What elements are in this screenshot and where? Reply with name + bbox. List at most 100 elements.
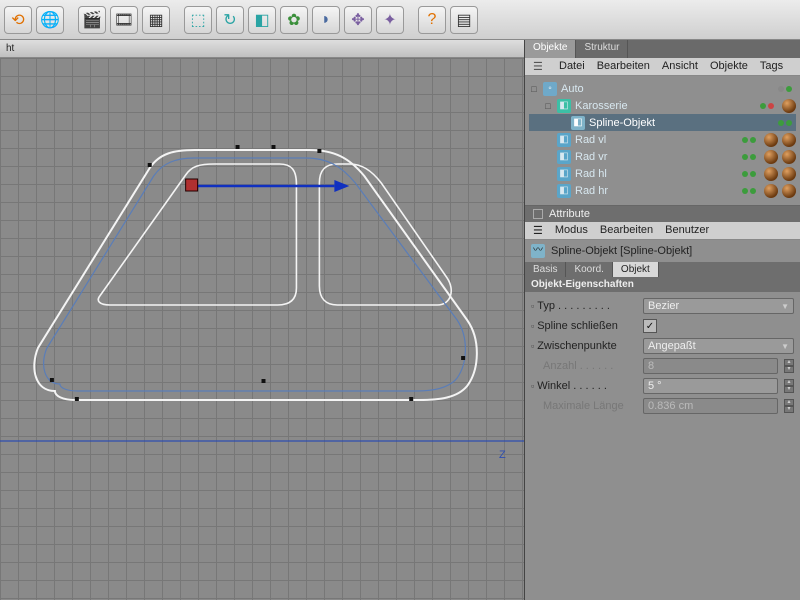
- undo-button[interactable]: ⟲: [4, 6, 32, 34]
- sheet-button[interactable]: ▤: [450, 6, 478, 34]
- attribute-title: Attribute: [549, 208, 590, 220]
- visibility-dots[interactable]: [742, 188, 756, 194]
- prop-close-checkbox[interactable]: ✓: [643, 319, 657, 333]
- spline-icon: 〰: [531, 244, 545, 258]
- menu-icon[interactable]: ☰: [533, 224, 543, 237]
- cube2-button[interactable]: ◧: [248, 6, 276, 34]
- subtab-koord[interactable]: Koord.: [566, 262, 612, 277]
- attribute-object-title: 〰 Spline-Objekt [Spline-Objekt]: [525, 240, 800, 262]
- attribute-header: Attribute: [525, 206, 800, 222]
- attr-menu-mode[interactable]: Modus: [555, 224, 588, 237]
- material-tag-icon[interactable]: [764, 133, 778, 147]
- object-icon: ◧: [557, 99, 571, 113]
- subtab-objekt[interactable]: Objekt: [613, 262, 659, 277]
- tree-twist-icon[interactable]: □: [529, 84, 539, 94]
- prop-angle-label: Winkel: [537, 380, 570, 392]
- tree-label: Rad hr: [575, 185, 738, 197]
- tab-objects[interactable]: Objekte: [525, 40, 576, 58]
- visibility-dots[interactable]: [760, 103, 774, 109]
- globe-button[interactable]: 🌐: [36, 6, 64, 34]
- visibility-dots[interactable]: [778, 120, 792, 126]
- side-panel: Objekte Struktur ☰ Datei Bearbeiten Ansi…: [525, 40, 800, 600]
- visibility-dots[interactable]: [742, 154, 756, 160]
- viewport-header: ht: [0, 40, 524, 58]
- tree-row[interactable]: ◧ Rad vl: [529, 131, 796, 148]
- prop-angle-stepper[interactable]: ▴▾: [784, 379, 794, 393]
- swap-button[interactable]: ↻: [216, 6, 244, 34]
- material-tag-icon[interactable]: [764, 167, 778, 181]
- prop-close-label: Spline schließen: [537, 320, 618, 332]
- prop-maxlen-label: Maximale Länge: [543, 400, 624, 412]
- attribute-object-name: Spline-Objekt [Spline-Objekt]: [551, 245, 692, 257]
- objects-menubar: ☰ Datei Bearbeiten Ansicht Objekte Tags: [525, 58, 800, 76]
- prop-count-field: 8: [643, 358, 778, 374]
- tree-row[interactable]: ◧ Spline-Objekt: [529, 114, 796, 131]
- object-properties: ▫Typ . . . . . . . . . Bezier▼ ▫Spline s…: [525, 292, 800, 420]
- menu-tags[interactable]: Tags: [760, 60, 783, 73]
- prop-count-stepper: ▴▾: [784, 359, 794, 373]
- material-tag-icon[interactable]: [764, 150, 778, 164]
- expand-button[interactable]: ✥: [344, 6, 372, 34]
- material-tag-icon[interactable]: [782, 167, 796, 181]
- visibility-dots[interactable]: [742, 137, 756, 143]
- prop-maxlen-field: 0.836 cm: [643, 398, 778, 414]
- object-tree[interactable]: □ ◦ Auto □◧Karosserie◧Spline-Objekt◧Rad …: [525, 76, 800, 206]
- main-toolbar: ⟲ 🌐 🎬 🎞 ▦ ⬚ ↻ ◧ ✿ ◗ ✥ ✦ ? ▤: [0, 0, 800, 40]
- subtab-basis[interactable]: Basis: [525, 262, 566, 277]
- viewport[interactable]: ht Z: [0, 40, 525, 600]
- null-icon: ◦: [543, 82, 557, 96]
- prop-type-dropdown[interactable]: Bezier▼: [643, 298, 794, 314]
- menu-view[interactable]: Ansicht: [662, 60, 698, 73]
- visibility-dots[interactable]: [742, 171, 756, 177]
- tree-label: Karosserie: [575, 100, 756, 112]
- axis-button[interactable]: ✦: [376, 6, 404, 34]
- tree-row[interactable]: ◧Rad hr: [529, 182, 796, 199]
- menu-edit[interactable]: Bearbeiten: [597, 60, 650, 73]
- object-icon: ◧: [557, 133, 571, 147]
- material-tag-icon[interactable]: [764, 184, 778, 198]
- tree-row[interactable]: ◧ Rad hl: [529, 165, 796, 182]
- chevron-down-icon: ▼: [781, 342, 789, 351]
- prop-interp-dropdown[interactable]: Angepaßt▼: [643, 338, 794, 354]
- tree-root[interactable]: □ ◦ Auto: [529, 80, 796, 97]
- prop-type-label: Typ: [537, 300, 555, 312]
- menu-objects[interactable]: Objekte: [710, 60, 748, 73]
- film-button[interactable]: 🎞: [110, 6, 138, 34]
- prop-count-label: Anzahl: [543, 360, 577, 372]
- attribute-menubar: ☰ Modus Bearbeiten Benutzer: [525, 222, 800, 240]
- tree-label: Rad hl: [575, 168, 738, 180]
- tree-twist-icon[interactable]: □: [543, 101, 553, 111]
- object-icon: ◧: [571, 116, 585, 130]
- attr-menu-edit[interactable]: Bearbeiten: [600, 224, 653, 237]
- tree-label: Rad vr: [575, 151, 738, 163]
- blob-button[interactable]: ◗: [312, 6, 340, 34]
- menu-icon[interactable]: ☰: [533, 60, 547, 73]
- menu-file[interactable]: Datei: [559, 60, 585, 73]
- chevron-down-icon: ▼: [781, 302, 789, 311]
- attr-menu-user[interactable]: Benutzer: [665, 224, 709, 237]
- help-button[interactable]: ?: [418, 6, 446, 34]
- frames-button[interactable]: ▦: [142, 6, 170, 34]
- flower-button[interactable]: ✿: [280, 6, 308, 34]
- prop-angle-field[interactable]: 5 °: [643, 378, 778, 394]
- object-icon: ◧: [557, 150, 571, 164]
- material-tag-icon[interactable]: [782, 184, 796, 198]
- material-tag-icon[interactable]: [782, 133, 796, 147]
- spline-outer-blue: [44, 158, 466, 391]
- cube-button[interactable]: ⬚: [184, 6, 212, 34]
- tab-structure[interactable]: Struktur: [576, 40, 628, 58]
- prop-maxlen-stepper: ▴▾: [784, 399, 794, 413]
- panel-tabs: Objekte Struktur: [525, 40, 800, 58]
- flag-icon: [533, 209, 543, 219]
- tree-label: Spline-Objekt: [589, 117, 774, 129]
- material-tag-icon[interactable]: [782, 150, 796, 164]
- tree-label: Rad vl: [575, 134, 738, 146]
- clapper-button[interactable]: 🎬: [78, 6, 106, 34]
- z-axis-label: Z: [499, 449, 506, 461]
- material-tag-icon[interactable]: [782, 99, 796, 113]
- tree-row[interactable]: □ ◧ Karosserie: [529, 97, 796, 114]
- prop-interp-label: Zwischenpunkte: [537, 340, 617, 352]
- tree-row[interactable]: ◧ Rad vr: [529, 148, 796, 165]
- object-icon: ◧: [557, 167, 571, 181]
- attribute-subtabs: Basis Koord. Objekt: [525, 262, 800, 277]
